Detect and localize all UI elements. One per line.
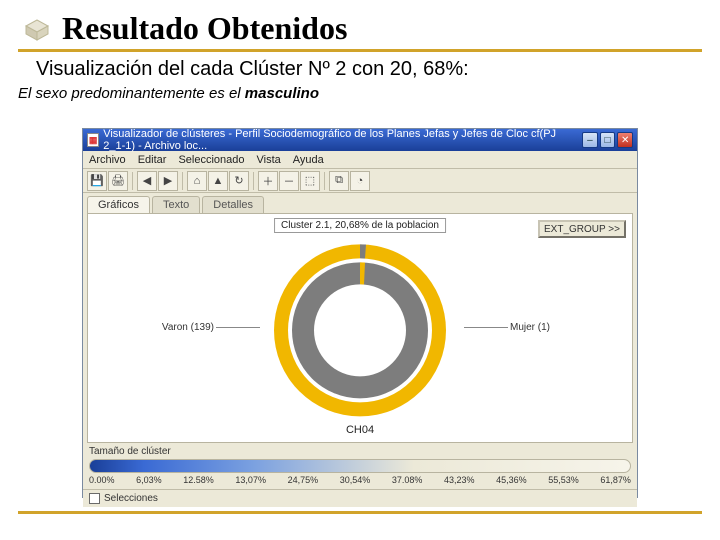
tab-texto[interactable]: Texto	[152, 196, 200, 213]
tool-prev-icon[interactable]: ◀	[137, 171, 157, 191]
title-underline	[18, 49, 702, 52]
app-window: ▦ Visualizador de clústeres - Perfil Soc…	[82, 128, 638, 498]
menu-seleccionado[interactable]: Seleccionado	[178, 154, 244, 166]
cluster-size-label: Tamaño de clúster	[83, 443, 637, 457]
slide-subnote: El sexo predominantemente es el masculin…	[18, 85, 702, 102]
cluster-size-ticks: 0.00% 6,03% 12.58% 13,07% 24,75% 30,54% …	[89, 475, 631, 485]
cluster-size-bar[interactable]	[89, 459, 631, 473]
menu-archivo[interactable]: Archivo	[89, 154, 126, 166]
cube-icon	[18, 16, 56, 42]
chart-label-mujer: Mujer (1)	[510, 322, 570, 333]
close-button[interactable]: ✕	[617, 132, 633, 148]
menu-editar[interactable]: Editar	[138, 154, 167, 166]
toolbar: 💾 🖨 ◀ ▶ ⌂ ▲ ↻ ＋ － ⬚ ⧉ ◔	[83, 169, 637, 193]
tool-home-icon[interactable]: ⌂	[187, 171, 207, 191]
leader-line-right	[464, 327, 508, 328]
chart-label-varon: Varon (139)	[144, 322, 214, 333]
menu-bar: Archivo Editar Seleccionado Vista Ayuda	[83, 151, 637, 169]
window-titlebar[interactable]: ▦ Visualizador de clústeres - Perfil Soc…	[83, 129, 637, 151]
tab-bar: Gráficos Texto Detalles	[83, 193, 637, 213]
leader-line-left	[216, 327, 260, 328]
tool-zoomin-icon[interactable]: ＋	[258, 171, 278, 191]
tab-graficos[interactable]: Gráficos	[87, 196, 150, 213]
window-title: Visualizador de clústeres - Perfil Socio…	[103, 128, 580, 152]
minimize-button[interactable]: –	[582, 132, 598, 148]
app-icon: ▦	[87, 133, 99, 147]
donut-chart	[265, 235, 455, 428]
ext-group-button[interactable]: EXT_GROUP >>	[538, 220, 626, 238]
footer-bar: Selecciones	[83, 489, 637, 507]
selecciones-checkbox[interactable]	[89, 493, 100, 504]
chart-area: Cluster 2.1, 20,68% de la poblacion EXT_…	[87, 213, 633, 443]
tool-up-icon[interactable]: ▲	[208, 171, 228, 191]
tool-save-icon[interactable]: 💾	[87, 171, 107, 191]
selecciones-label: Selecciones	[104, 493, 158, 504]
slide-bottom-rule	[18, 511, 702, 514]
tool-copy-icon[interactable]: ⧉	[329, 171, 349, 191]
tool-fit-icon[interactable]: ⬚	[300, 171, 320, 191]
tool-next-icon[interactable]: ▶	[158, 171, 178, 191]
slide-title: Resultado Obtenidos	[62, 10, 347, 47]
chart-title: Cluster 2.1, 20,68% de la poblacion	[274, 218, 446, 233]
tool-chart-icon[interactable]: ◔	[350, 171, 370, 191]
slide-subtitle: Visualización del cada Clúster Nº 2 con …	[18, 58, 702, 81]
tool-print-icon[interactable]: 🖨	[108, 171, 128, 191]
chart-axis-label: CH04	[346, 424, 374, 436]
tool-reload-icon[interactable]: ↻	[229, 171, 249, 191]
tool-zoomout-icon[interactable]: －	[279, 171, 299, 191]
maximize-button[interactable]: □	[600, 132, 616, 148]
menu-ayuda[interactable]: Ayuda	[293, 154, 324, 166]
menu-vista[interactable]: Vista	[257, 154, 281, 166]
tab-detalles[interactable]: Detalles	[202, 196, 264, 213]
